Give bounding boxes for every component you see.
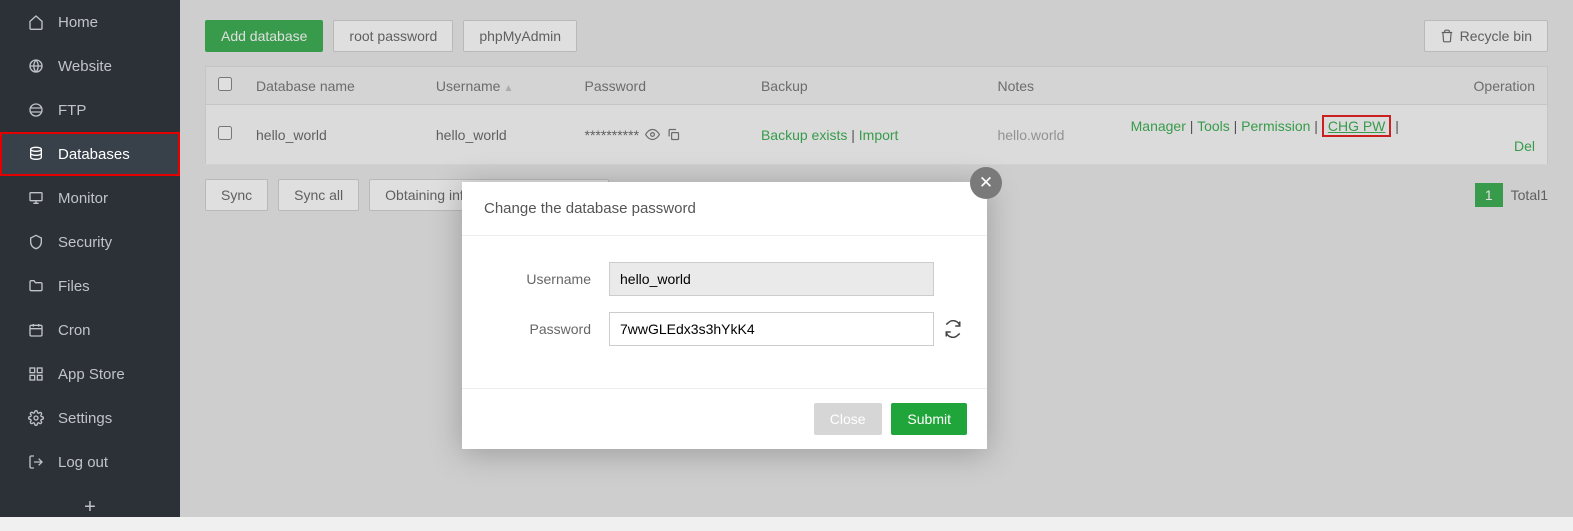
username-input [609, 262, 934, 296]
apps-icon [27, 365, 45, 383]
sidebar-item-databases[interactable]: Databases [0, 132, 180, 176]
sidebar-add-button[interactable]: + [0, 484, 180, 531]
sidebar-item-settings[interactable]: Settings [0, 396, 180, 440]
monitor-icon [27, 189, 45, 207]
sidebar-item-label: Security [58, 234, 112, 251]
sidebar: Home Website FTP Databases Monitor Secur… [0, 0, 180, 517]
regenerate-password-button[interactable] [944, 320, 962, 338]
sidebar-item-home[interactable]: Home [0, 0, 180, 44]
sidebar-item-label: FTP [58, 102, 86, 119]
ftp-icon [27, 101, 45, 119]
password-label: Password [484, 321, 609, 337]
sidebar-item-cron[interactable]: Cron [0, 308, 180, 352]
sidebar-item-label: Cron [58, 322, 91, 339]
gear-icon [27, 409, 45, 427]
modal-close-button[interactable]: ✕ [970, 167, 1002, 199]
close-icon: ✕ [979, 173, 993, 193]
sidebar-item-files[interactable]: Files [0, 264, 180, 308]
plus-icon: + [84, 496, 96, 518]
globe-icon [27, 57, 45, 75]
sidebar-item-website[interactable]: Website [0, 44, 180, 88]
sidebar-item-label: Files [58, 278, 90, 295]
modal-footer: Close Submit [462, 388, 987, 449]
modal-title: Change the database password [462, 182, 987, 236]
modal-submit-btn[interactable]: Submit [891, 403, 967, 435]
username-label: Username [484, 271, 609, 287]
shield-icon [27, 233, 45, 251]
modal-close-btn[interactable]: Close [814, 403, 882, 435]
sidebar-item-ftp[interactable]: FTP [0, 88, 180, 132]
folder-icon [27, 277, 45, 295]
modal-body: Username Password [462, 236, 987, 388]
sidebar-item-security[interactable]: Security [0, 220, 180, 264]
sidebar-item-label: Monitor [58, 190, 108, 207]
sidebar-item-label: Log out [58, 454, 108, 471]
calendar-icon [27, 321, 45, 339]
sidebar-item-label: Databases [58, 146, 130, 163]
sidebar-item-label: App Store [58, 366, 125, 383]
sidebar-item-appstore[interactable]: App Store [0, 352, 180, 396]
password-input[interactable] [609, 312, 934, 346]
sidebar-item-label: Website [58, 58, 112, 75]
sidebar-item-monitor[interactable]: Monitor [0, 176, 180, 220]
change-password-modal: ✕ Change the database password Username … [462, 182, 987, 449]
sidebar-item-logout[interactable]: Log out [0, 440, 180, 484]
sidebar-item-label: Settings [58, 410, 112, 427]
sidebar-item-label: Home [58, 14, 98, 31]
logout-icon [27, 453, 45, 471]
database-icon [27, 145, 45, 163]
home-icon [27, 13, 45, 31]
